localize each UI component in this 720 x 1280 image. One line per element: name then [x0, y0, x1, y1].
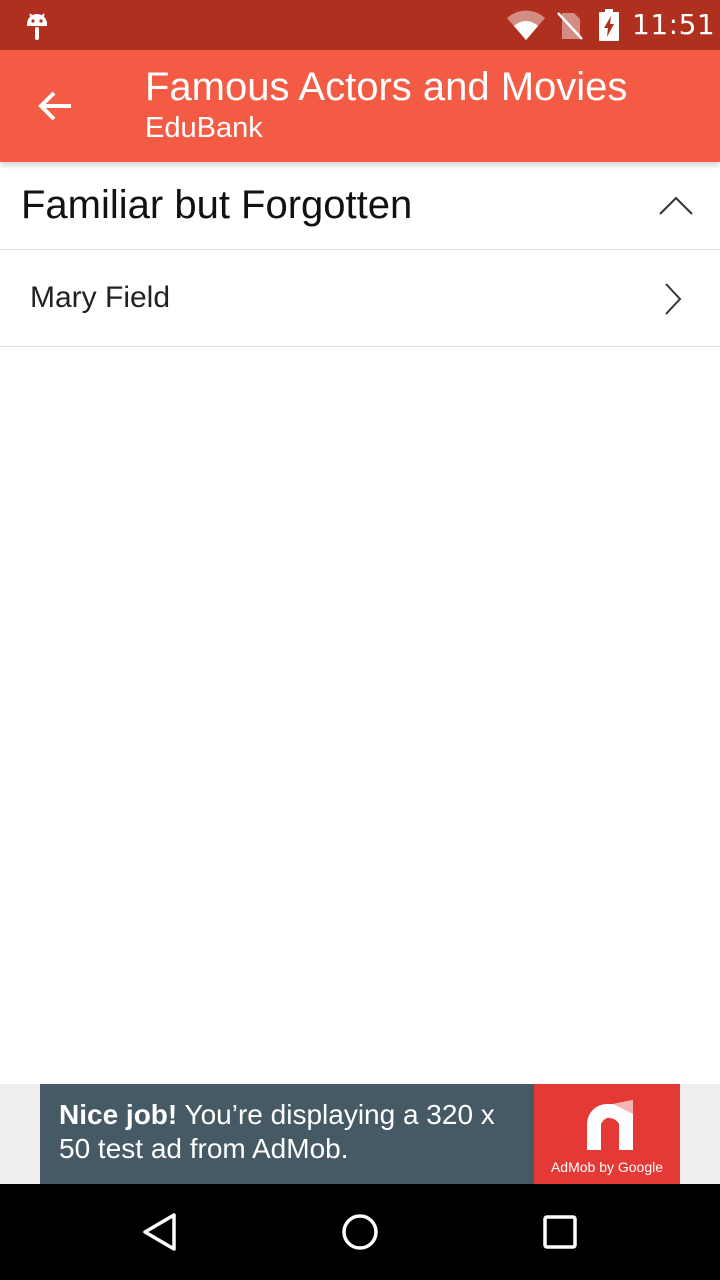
status-clock: 11:51: [632, 8, 716, 41]
list-item-label: Mary Field: [30, 281, 171, 314]
ad-text: Nice job! You’re displaying a 320 x 50 t…: [59, 1098, 529, 1166]
section-header[interactable]: Familiar but Forgotten: [0, 162, 720, 250]
back-triangle-icon: [143, 1213, 176, 1251]
admob-logo-icon: [587, 1100, 633, 1150]
chevron-up-icon[interactable]: [656, 190, 696, 220]
no-sim-icon: [557, 12, 583, 40]
system-nav-bar: [0, 1184, 720, 1280]
wifi-icon: [507, 10, 545, 40]
app-title: Famous Actors and Movies: [145, 65, 628, 109]
app-subtitle: EduBank: [145, 112, 263, 144]
status-bar: 11:51: [0, 0, 720, 50]
android-debug-icon: [27, 13, 47, 40]
section-title: Familiar but Forgotten: [21, 183, 413, 227]
home-circle-icon: [342, 1214, 378, 1250]
arrow-back-icon: [38, 91, 71, 121]
ad-headline: Nice job!: [59, 1099, 178, 1130]
recents-square-icon: [543, 1215, 577, 1249]
ad-container: Nice job! You’re displaying a 320 x 50 t…: [0, 1084, 720, 1184]
nav-home-button[interactable]: [332, 1208, 388, 1256]
test-ad-banner[interactable]: Nice job! You’re displaying a 320 x 50 t…: [40, 1084, 680, 1184]
back-button[interactable]: [24, 78, 88, 134]
ad-brand: AdMob by Google: [550, 1159, 664, 1175]
admob-logo: AdMob by Google: [534, 1084, 680, 1184]
nav-recents-button[interactable]: [532, 1208, 588, 1256]
list-item[interactable]: Mary Field: [0, 250, 720, 347]
app-bar: Famous Actors and Movies EduBank: [0, 50, 720, 162]
nav-back-button[interactable]: [132, 1208, 188, 1256]
chevron-right-icon: [665, 283, 682, 315]
battery-charging-icon: [599, 9, 619, 41]
